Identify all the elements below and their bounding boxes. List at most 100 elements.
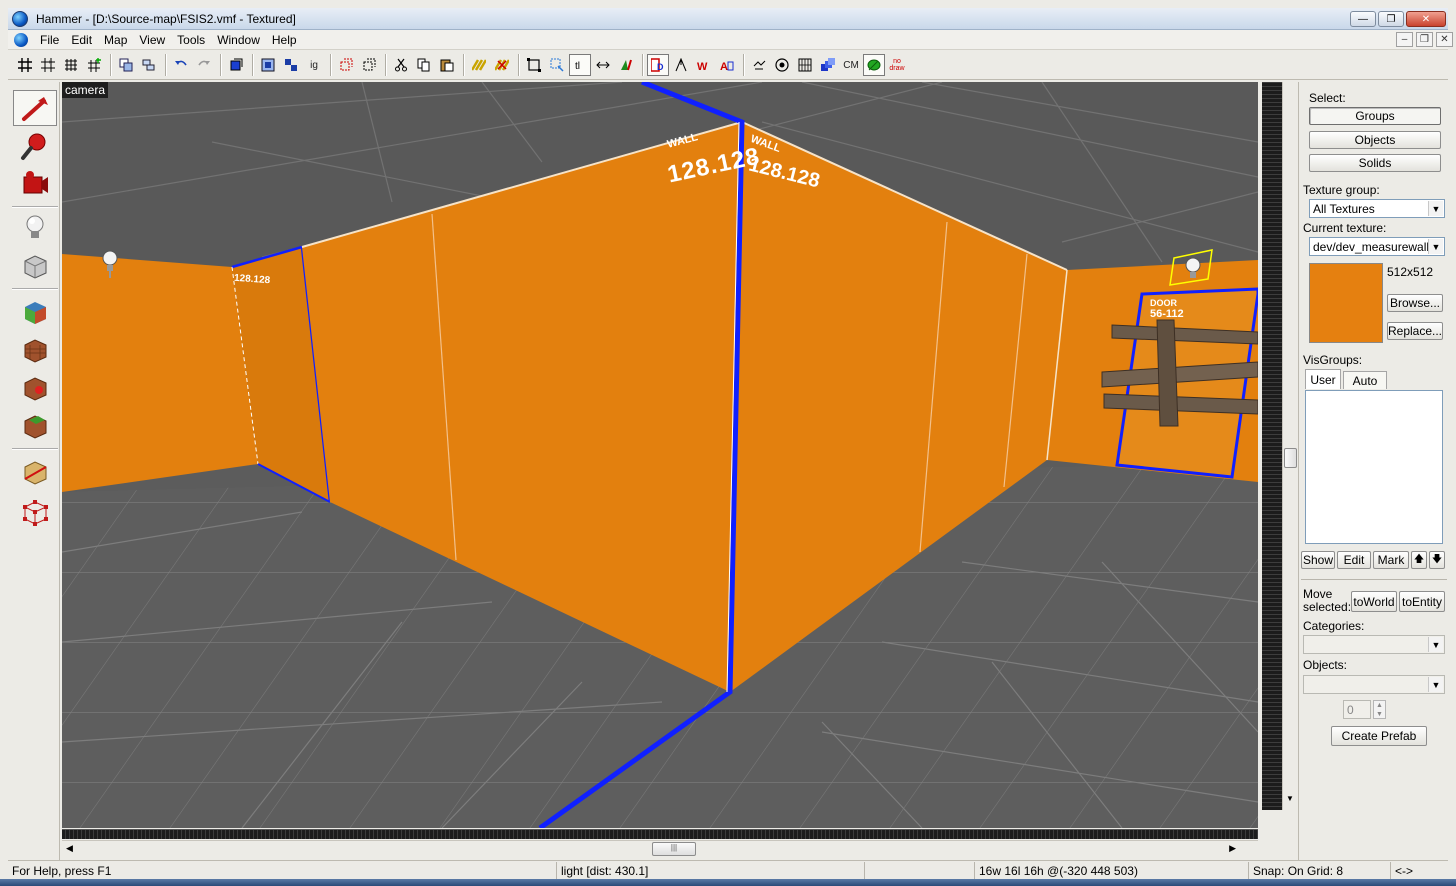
tab-user[interactable]: User xyxy=(1305,369,1341,389)
cubemaps-button[interactable]: CM xyxy=(840,54,862,76)
texture-preview[interactable] xyxy=(1309,263,1383,343)
show-items-icon[interactable] xyxy=(358,54,380,76)
panel-divider xyxy=(1301,579,1447,580)
menu-help[interactable]: Help xyxy=(266,33,303,47)
clipping-tool-icon[interactable] xyxy=(13,454,57,490)
magnify-tool-icon[interactable] xyxy=(13,128,57,164)
door-dimension: 56-112 xyxy=(1150,308,1184,320)
object-properties-panel: Select: Groups Objects Solids Texture gr… xyxy=(1298,82,1448,860)
walk-helpers-icon[interactable]: W xyxy=(693,54,715,76)
hide-objects-icon[interactable] xyxy=(257,54,279,76)
texture-application-tool-icon[interactable] xyxy=(13,294,57,330)
show-objects-icon[interactable] xyxy=(280,54,302,76)
grid-larger-icon[interactable] xyxy=(83,54,105,76)
sphere-icon[interactable] xyxy=(771,54,793,76)
horizontal-scrollbar[interactable]: ◀ ||| ▶ xyxy=(62,840,1258,857)
entity-tool-icon[interactable] xyxy=(13,210,57,246)
area-portals-icon[interactable]: A xyxy=(716,54,738,76)
scroll-down-icon[interactable]: ▼ xyxy=(1286,794,1294,803)
minimize-button[interactable]: — xyxy=(1350,11,1376,27)
cut-icon[interactable] xyxy=(390,54,412,76)
count-spinner-icon[interactable]: ▲ ▼ xyxy=(1373,700,1386,719)
nodraw-toggle-button[interactable]: no draw xyxy=(886,54,908,76)
model-helpers-icon[interactable] xyxy=(670,54,692,76)
chevron-down-icon: ▼ xyxy=(1428,637,1443,652)
vertex-flip-icon[interactable] xyxy=(615,54,637,76)
mdi-close-button[interactable]: ✕ xyxy=(1436,32,1453,47)
visgroup-show-button[interactable]: Show xyxy=(1301,551,1335,569)
visgroups-list[interactable] xyxy=(1305,390,1443,544)
camera-viewport[interactable]: WALL 128.128 WALL 128.128 128.128 DOOR 5… xyxy=(62,82,1258,828)
menu-edit[interactable]: Edit xyxy=(65,33,98,47)
wireframe-icon[interactable] xyxy=(794,54,816,76)
redo-icon[interactable] xyxy=(193,54,215,76)
menu-file[interactable]: File xyxy=(34,33,65,47)
objects-select[interactable]: ▼ xyxy=(1303,675,1445,694)
selection-tool-icon[interactable] xyxy=(13,90,57,126)
mdi-minimize-button[interactable]: – xyxy=(1396,32,1413,47)
move-down-icon[interactable]: 🡇 xyxy=(1429,551,1445,569)
apply-decals-tool-icon[interactable] xyxy=(13,370,57,406)
create-prefab-button[interactable]: Create Prefab xyxy=(1331,726,1427,746)
group-icon[interactable] xyxy=(138,54,160,76)
texture-scale-lock-icon[interactable] xyxy=(491,54,513,76)
tools-align-icon[interactable] xyxy=(592,54,614,76)
mdi-restore-button[interactable]: ❐ xyxy=(1416,32,1433,47)
grid-toggle-icon[interactable] xyxy=(14,54,36,76)
scroll-right-icon[interactable]: ▶ xyxy=(1229,843,1236,854)
undo-icon[interactable] xyxy=(170,54,192,76)
replace-button[interactable]: Replace... xyxy=(1387,322,1443,340)
horizontal-scroll-thumb[interactable]: ||| xyxy=(652,842,696,856)
apply-overlays-tool-icon[interactable] xyxy=(13,408,57,444)
maximize-button[interactable]: ❐ xyxy=(1378,11,1404,27)
door-label: DOOR xyxy=(1150,298,1177,308)
texture-lock-icon[interactable] xyxy=(468,54,490,76)
apply-current-texture-tool-icon[interactable] xyxy=(13,332,57,368)
close-button[interactable]: ✕ xyxy=(1406,11,1446,27)
camera-view-label[interactable]: camera xyxy=(62,82,109,98)
leaf-icon[interactable] xyxy=(863,54,885,76)
block-tool-icon[interactable] xyxy=(13,248,57,284)
svg-text:tl: tl xyxy=(575,61,580,72)
move-up-icon[interactable]: 🡅 xyxy=(1411,551,1427,569)
to-entity-button[interactable]: toEntity xyxy=(1399,591,1445,612)
layers-icon[interactable] xyxy=(817,54,839,76)
texture-group-select[interactable]: All Textures ▼ xyxy=(1309,199,1445,218)
2d-view-strip[interactable] xyxy=(62,829,1258,839)
tab-auto[interactable]: Auto xyxy=(1343,371,1387,389)
hide-displacement-icon[interactable]: D xyxy=(647,54,669,76)
texture-lock-toggle-icon[interactable]: tl xyxy=(569,54,591,76)
selection-box-icon[interactable] xyxy=(523,54,545,76)
to-world-button[interactable]: toWorld xyxy=(1351,591,1397,612)
camera-tool-icon[interactable] xyxy=(13,166,57,202)
grid-3d-icon[interactable]: + xyxy=(37,54,59,76)
ignore-groups-button[interactable]: ig xyxy=(303,54,325,76)
paste-icon[interactable] xyxy=(436,54,458,76)
hide-items-icon[interactable] xyxy=(335,54,357,76)
select-solids-button[interactable]: Solids xyxy=(1309,154,1441,172)
auto-select-icon[interactable] xyxy=(546,54,568,76)
document-globe-icon[interactable] xyxy=(14,32,28,47)
menu-view[interactable]: View xyxy=(133,33,171,47)
carve-icon[interactable] xyxy=(115,54,137,76)
2d-side-view-strip[interactable] xyxy=(1262,82,1282,810)
compile-icon[interactable] xyxy=(225,54,247,76)
scroll-left-icon[interactable]: ◀ xyxy=(66,843,73,854)
visgroup-mark-button[interactable]: Mark xyxy=(1373,551,1409,569)
copy-icon[interactable] xyxy=(413,54,435,76)
grid-smaller-icon[interactable] xyxy=(60,54,82,76)
browse-button[interactable]: Browse... xyxy=(1387,294,1443,312)
select-groups-button[interactable]: Groups xyxy=(1309,107,1441,125)
vertical-scrollbar[interactable]: ▼ xyxy=(1282,82,1298,810)
menu-map[interactable]: Map xyxy=(98,33,133,47)
current-texture-select[interactable]: dev/dev_measurewall0 ▼ xyxy=(1309,237,1445,256)
vertex-tool-icon[interactable] xyxy=(13,494,57,530)
visgroup-edit-button[interactable]: Edit xyxy=(1337,551,1371,569)
categories-select[interactable]: ▼ xyxy=(1303,635,1445,654)
toggle-cordon-icon[interactable] xyxy=(748,54,770,76)
select-objects-button[interactable]: Objects xyxy=(1309,131,1441,149)
vertical-scroll-thumb[interactable] xyxy=(1284,448,1297,468)
menu-tools[interactable]: Tools xyxy=(171,33,211,47)
menu-window[interactable]: Window xyxy=(211,33,266,47)
object-count-field[interactable]: 0 xyxy=(1343,700,1371,719)
